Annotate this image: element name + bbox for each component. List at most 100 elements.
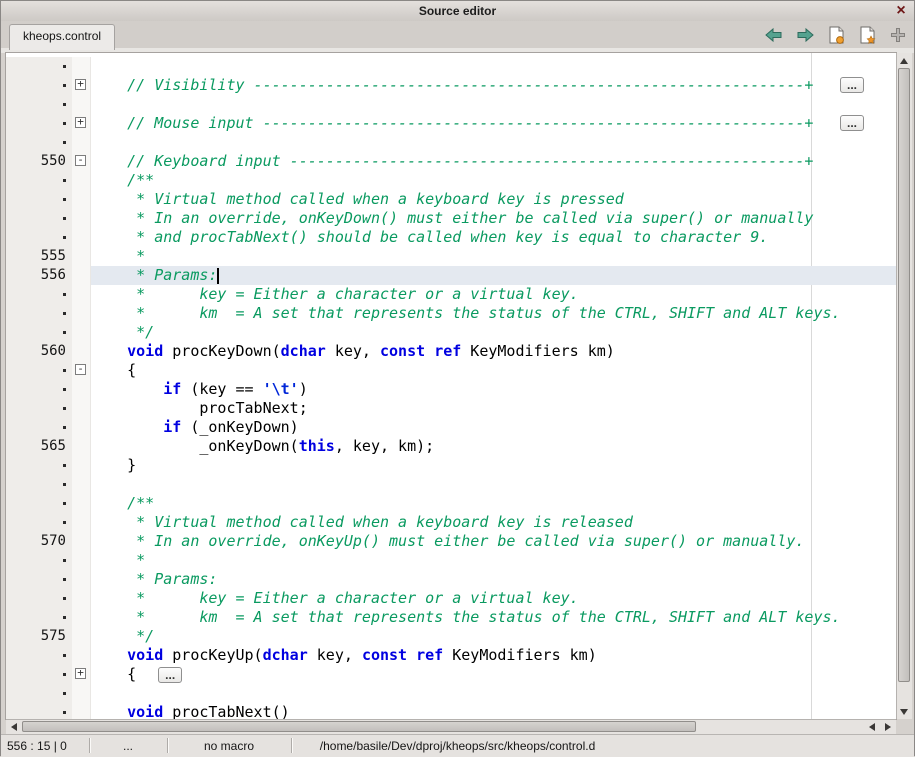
line-number <box>6 171 72 190</box>
horizontal-scrollbar[interactable] <box>6 719 896 734</box>
code-text[interactable]: procTabNext; <box>91 399 896 418</box>
code-text[interactable] <box>91 684 896 703</box>
horizontal-scrollbar-thumb[interactable] <box>22 721 696 732</box>
code-text[interactable]: * km = A set that represents the status … <box>91 608 896 627</box>
line-number <box>6 570 72 589</box>
detach-view-button[interactable] <box>887 25 909 45</box>
scroll-right-stepper-button[interactable] <box>881 720 894 733</box>
code-text[interactable]: if (_onKeyDown) <box>91 418 896 437</box>
line-number <box>6 114 72 133</box>
line-number: 550 <box>6 152 72 171</box>
vertical-scrollbar-thumb[interactable] <box>898 68 910 682</box>
caret-position-status: 556 : 15 | 0 <box>7 739 67 753</box>
fold-column <box>72 323 91 342</box>
code-text[interactable]: } <box>91 456 896 475</box>
code-text[interactable]: * <box>91 247 896 266</box>
code-line: * km = A set that represents the status … <box>6 304 896 323</box>
gutter-dot-icon <box>63 654 66 657</box>
macro-status: no macro <box>167 739 291 753</box>
line-number <box>6 513 72 532</box>
code-text[interactable]: /** <box>91 494 896 513</box>
code-line: * key = Either a character or a virtual … <box>6 589 896 608</box>
code-text[interactable] <box>91 95 896 114</box>
gutter-dot-icon <box>63 122 66 125</box>
code-text[interactable]: * Params: <box>91 266 896 285</box>
go-forward-button[interactable] <box>794 25 816 45</box>
gutter-dot-icon <box>63 502 66 505</box>
code-editor[interactable]: + // Visibility ------------------------… <box>6 53 896 719</box>
fold-column: - <box>72 361 91 380</box>
code-text[interactable]: * In an override, onKeyUp() must either … <box>91 532 896 551</box>
gutter-dot-icon <box>63 141 66 144</box>
close-button[interactable]: × <box>892 2 910 20</box>
code-line: - { <box>6 361 896 380</box>
code-text[interactable]: // Visibility --------------------------… <box>91 76 896 95</box>
fold-expand-icon[interactable]: + <box>75 117 86 128</box>
fold-column <box>72 266 91 285</box>
code-text[interactable]: * key = Either a character or a virtual … <box>91 589 896 608</box>
document-action-1-button[interactable] <box>825 25 847 45</box>
line-number <box>6 133 72 152</box>
code-text[interactable]: void procKeyDown(dchar key, const ref Ke… <box>91 342 896 361</box>
fold-collapse-icon[interactable]: - <box>75 364 86 375</box>
tab-kheops-control[interactable]: kheops.control <box>9 24 115 50</box>
code-text[interactable]: * Virtual method called when a keyboard … <box>91 190 896 209</box>
code-text[interactable]: * <box>91 551 896 570</box>
line-number: 575 <box>6 627 72 646</box>
gutter-dot-icon <box>63 312 66 315</box>
code-text[interactable]: * In an override, onKeyDown() must eithe… <box>91 209 896 228</box>
code-text[interactable]: */ <box>91 627 896 646</box>
fold-column <box>72 418 91 437</box>
go-back-button[interactable] <box>763 25 785 45</box>
code-line: if (key == '\t') <box>6 380 896 399</box>
plus-icon <box>890 27 906 43</box>
scroll-down-button[interactable] <box>897 705 911 718</box>
code-line: + // Visibility ------------------------… <box>6 76 896 95</box>
document-action-2-button[interactable] <box>856 25 878 45</box>
code-text[interactable]: * and procTabNext() should be called whe… <box>91 228 896 247</box>
code-text[interactable]: * Params: <box>91 570 896 589</box>
code-text[interactable]: /** <box>91 171 896 190</box>
fold-expand-icon[interactable]: + <box>75 79 86 90</box>
fold-column <box>72 608 91 627</box>
gutter-dot-icon <box>63 578 66 581</box>
code-text[interactable]: * km = A set that represents the status … <box>91 304 896 323</box>
collapsed-code-ellipsis[interactable]: ... <box>840 115 864 131</box>
code-text[interactable]: * Virtual method called when a keyboard … <box>91 513 896 532</box>
code-text[interactable]: { <box>91 361 896 380</box>
arrow-right-icon <box>795 26 815 44</box>
collapsed-code-ellipsis[interactable]: ... <box>158 667 182 683</box>
title-bar[interactable]: Source editor × <box>1 1 914 22</box>
code-text[interactable] <box>91 475 896 494</box>
fold-collapse-icon[interactable]: - <box>75 155 86 166</box>
code-line: 555 * <box>6 247 896 266</box>
code-text[interactable] <box>91 133 896 152</box>
code-text[interactable]: if (key == '\t') <box>91 380 896 399</box>
editor-toolbar <box>763 25 909 45</box>
code-text[interactable]: {... <box>91 665 896 684</box>
code-line: if (_onKeyDown) <box>6 418 896 437</box>
code-text[interactable] <box>91 57 896 76</box>
collapsed-code-ellipsis[interactable]: ... <box>840 77 864 93</box>
code-text[interactable]: // Mouse input -------------------------… <box>91 114 896 133</box>
code-text[interactable]: * key = Either a character or a virtual … <box>91 285 896 304</box>
scroll-left-stepper-button[interactable] <box>865 720 878 733</box>
fold-column <box>72 247 91 266</box>
vertical-scrollbar[interactable] <box>896 53 912 719</box>
arrow-left-icon <box>11 723 17 731</box>
scroll-up-button[interactable] <box>897 54 911 67</box>
gutter-dot-icon <box>63 483 66 486</box>
scroll-left-button[interactable] <box>7 720 20 733</box>
code-line <box>6 95 896 114</box>
arrow-up-icon <box>900 58 908 64</box>
code-line <box>6 684 896 703</box>
code-line <box>6 475 896 494</box>
code-text[interactable]: _onKeyDown(this, key, km); <box>91 437 896 456</box>
code-text[interactable]: void procKeyUp(dchar key, const ref KeyM… <box>91 646 896 665</box>
code-text[interactable]: // Keyboard input ----------------------… <box>91 152 896 171</box>
code-line <box>6 133 896 152</box>
line-number <box>6 494 72 513</box>
fold-expand-icon[interactable]: + <box>75 668 86 679</box>
code-text[interactable]: */ <box>91 323 896 342</box>
code-text[interactable]: void procTabNext() <box>91 703 896 719</box>
